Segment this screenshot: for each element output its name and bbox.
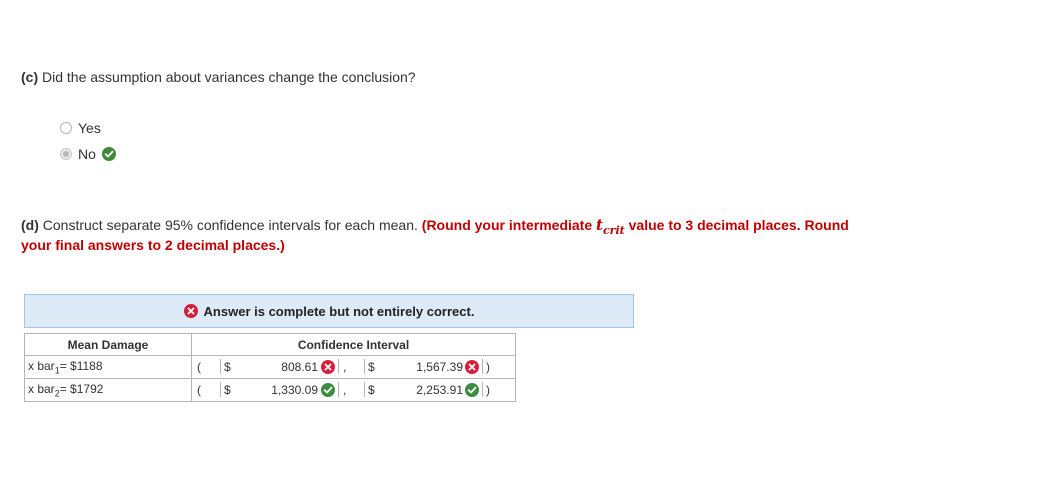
option-yes[interactable]: Yes	[60, 119, 101, 137]
open-paren: (	[197, 360, 201, 374]
x-icon	[321, 360, 335, 374]
x-icon	[465, 360, 479, 374]
question-d-text: Construct separate 95% confidence interv…	[42, 217, 418, 233]
t-subscript: crit	[602, 224, 625, 237]
lower-bound-input[interactable]: 808.61	[281, 360, 318, 374]
currency-low: $	[224, 360, 231, 374]
option-no[interactable]: No	[60, 145, 116, 163]
rounding-instruction: (Round your intermediate tcrit value to …	[421, 216, 849, 237]
question-c-text: Did the assumption about variances chang…	[42, 69, 416, 85]
x-icon	[183, 304, 198, 318]
check-icon	[321, 383, 335, 397]
table-row: x bar1= $1188 ( $ 808.61 , $ 1,567.39)	[24, 355, 516, 379]
lower-bound-input[interactable]: 1,330.09	[271, 383, 318, 397]
header-confidence-interval: Confidence Interval	[191, 333, 516, 356]
comma: ,	[343, 360, 347, 374]
ci-cell: ( $ 1,330.09 , $ 2,253.91 )	[191, 378, 516, 402]
radio-yes[interactable]	[60, 122, 72, 134]
row-label: x bar2= $1792	[24, 378, 192, 402]
check-icon	[465, 383, 479, 397]
table-row: x bar2= $1792 ( $ 1,330.09 , $ 2,253.91	[24, 378, 516, 402]
label-suffix: = $1188	[59, 358, 103, 373]
banner-text: Answer is complete but not entirely corr…	[203, 303, 475, 319]
result-banner: Answer is complete but not entirely corr…	[24, 294, 634, 328]
radio-no[interactable]	[60, 148, 72, 160]
question-d-letter: (d)	[21, 217, 39, 233]
header-mean-damage: Mean Damage	[24, 333, 192, 356]
rounding-instruction-line2: your final answers to 2 decimal places.)	[21, 237, 285, 253]
row-label: x bar1= $1188	[24, 355, 192, 379]
t-crit-symbol: tcrit	[596, 216, 625, 237]
close-paren: )	[486, 383, 490, 397]
question-c: (c) Did the assumption about variances c…	[21, 67, 416, 87]
t-symbol: t	[596, 216, 603, 234]
confidence-interval-table: Mean Damage Confidence Interval x bar1= …	[24, 333, 516, 402]
label-prefix: x bar	[28, 381, 55, 396]
currency-high: $	[368, 383, 375, 397]
instruction-prefix: (Round your intermediate	[421, 217, 593, 233]
instruction-suffix: value to 3 decimal places. Round	[628, 217, 849, 233]
upper-bound-input[interactable]: 1,567.39	[416, 360, 463, 374]
option-yes-label: Yes	[78, 120, 101, 136]
label-prefix: x bar	[28, 358, 55, 373]
ci-cell: ( $ 808.61 , $ 1,567.39 )	[191, 355, 516, 379]
label-suffix: = $1792	[59, 381, 104, 396]
comma: ,	[343, 383, 347, 397]
currency-low: $	[224, 383, 231, 397]
open-paren: (	[197, 383, 201, 397]
currency-high: $	[368, 360, 375, 374]
table-header-row: Mean Damage Confidence Interval	[24, 333, 516, 356]
close-paren: )	[486, 360, 490, 374]
check-icon	[101, 147, 116, 161]
question-c-letter: (c)	[21, 69, 39, 85]
upper-bound-input[interactable]: 2,253.91	[416, 383, 463, 397]
option-no-label: No	[78, 146, 96, 162]
